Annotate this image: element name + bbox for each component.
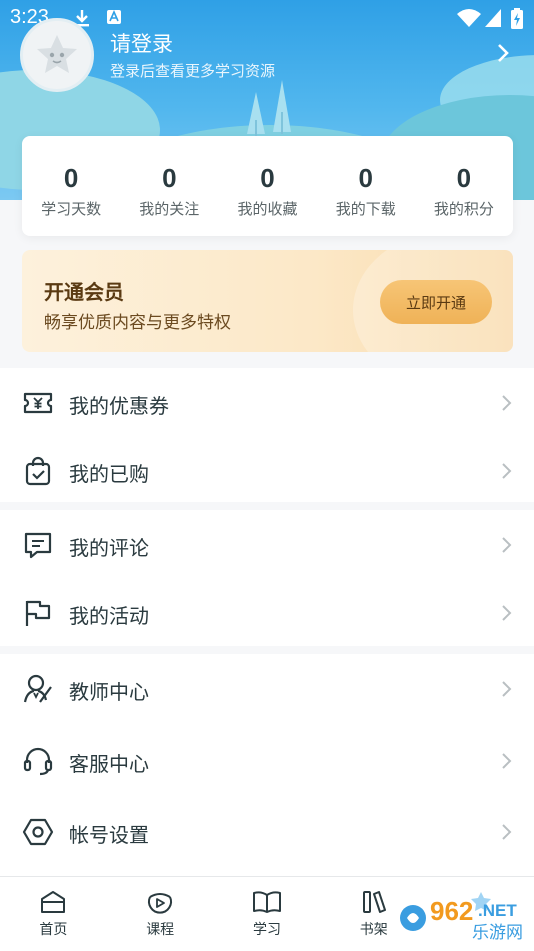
stat-points[interactable]: 0 我的积分 [415,136,513,236]
menu-item-purchased[interactable]: 我的已购 [0,436,534,504]
chevron-right-icon [502,824,512,840]
menu-label: 我的优惠券 [69,394,169,418]
tab-label: 学习 [252,922,281,938]
stat-label: 我的关注 [139,200,200,218]
coupon-icon [23,392,53,414]
menu-label: 帐号设置 [69,823,149,847]
book-open-icon [252,891,281,913]
vip-open-button[interactable]: 立即开通 [380,280,492,324]
tab-courses[interactable]: 课程 [107,877,214,951]
headset-icon [23,747,53,776]
course-play-icon [148,893,173,914]
menu-label: 客服中心 [69,752,149,776]
watermark-number: 962 [430,896,473,926]
menu-group-account: 教师中心 客服中心 帐号设置 [0,654,534,876]
stat-value: 0 [63,163,79,193]
stat-favorites[interactable]: 0 我的收藏 [218,136,316,236]
chevron-right-icon [502,681,512,697]
tab-study[interactable]: 学习 [214,877,321,951]
tree-trunk [281,112,283,134]
menu-item-teacher-center[interactable]: 教师中心 [0,654,534,722]
chevron-right-icon [502,753,512,769]
home-icon [41,891,66,913]
menu-label: 我的已购 [69,462,149,486]
keyboard-a-icon [107,10,121,24]
menu-item-customer-service[interactable]: 客服中心 [0,726,534,794]
menu-label: 我的评论 [69,536,149,560]
chevron-right-icon [502,463,512,479]
tab-label: 课程 [146,922,175,938]
stat-label: 我的积分 [433,200,494,218]
default-avatar-icon [37,35,77,73]
stat-value: 0 [162,163,177,193]
teacher-icon [23,674,52,703]
stat-label: 我的下载 [335,200,396,218]
tab-label: 首页 [39,922,68,938]
battery-charging-icon [511,8,523,29]
stat-label: 我的收藏 [237,200,298,218]
menu-item-comments[interactable]: 我的评论 [0,510,534,578]
stat-label: 学习天数 [41,200,102,218]
chevron-right-icon [502,605,512,621]
chevron-right-icon[interactable] [496,42,510,64]
menu-label: 教师中心 [69,680,149,704]
wifi-icon [457,9,481,27]
chevron-right-icon [502,537,512,553]
menu-item-coupons[interactable]: 我的优惠券 [0,368,534,436]
menu-group-community: 我的评论 我的活动 [0,510,534,646]
stat-value: 0 [358,163,373,193]
signal-icon [485,9,501,27]
flag-icon [25,600,51,626]
avatar[interactable] [20,18,94,92]
menu-item-activities[interactable]: 我的活动 [0,578,534,646]
chevron-right-icon [502,395,512,411]
watermark-net: .NET [478,901,517,920]
menu-item-account-settings[interactable]: 帐号设置 [0,797,534,865]
watermark-logo: 962 .NET 乐游网 [396,892,530,944]
bookshelf-icon [362,891,386,913]
stat-value: 0 [260,163,275,193]
vip-subtitle: 畅享优质内容与更多特权 [44,313,231,333]
watermark-site-name: 乐游网 [472,923,523,943]
comment-icon [24,532,52,559]
tab-home[interactable]: 首页 [0,877,107,951]
login-subtitle: 登录后查看更多学习资源 [110,62,276,80]
stat-value: 0 [456,163,472,193]
vip-banner[interactable]: 开通会员 畅享优质内容与更多特权 立即开通 [22,250,513,352]
stat-downloads[interactable]: 0 我的下载 [317,136,415,236]
stat-study-days[interactable]: 0 学习天数 [22,136,120,236]
stats-card: 0 学习天数 0 我的关注 0 我的收藏 0 我的下载 0 我的积分 [22,136,513,236]
menu-label: 我的活动 [69,604,149,628]
settings-hexagon-icon [22,818,54,846]
menu-group-orders: 我的优惠券 我的已购 [0,368,534,502]
shopping-bag-icon [25,456,51,486]
vip-title: 开通会员 [44,280,124,304]
login-prompt[interactable]: 请登录 [110,28,173,58]
stat-follows[interactable]: 0 我的关注 [120,136,218,236]
